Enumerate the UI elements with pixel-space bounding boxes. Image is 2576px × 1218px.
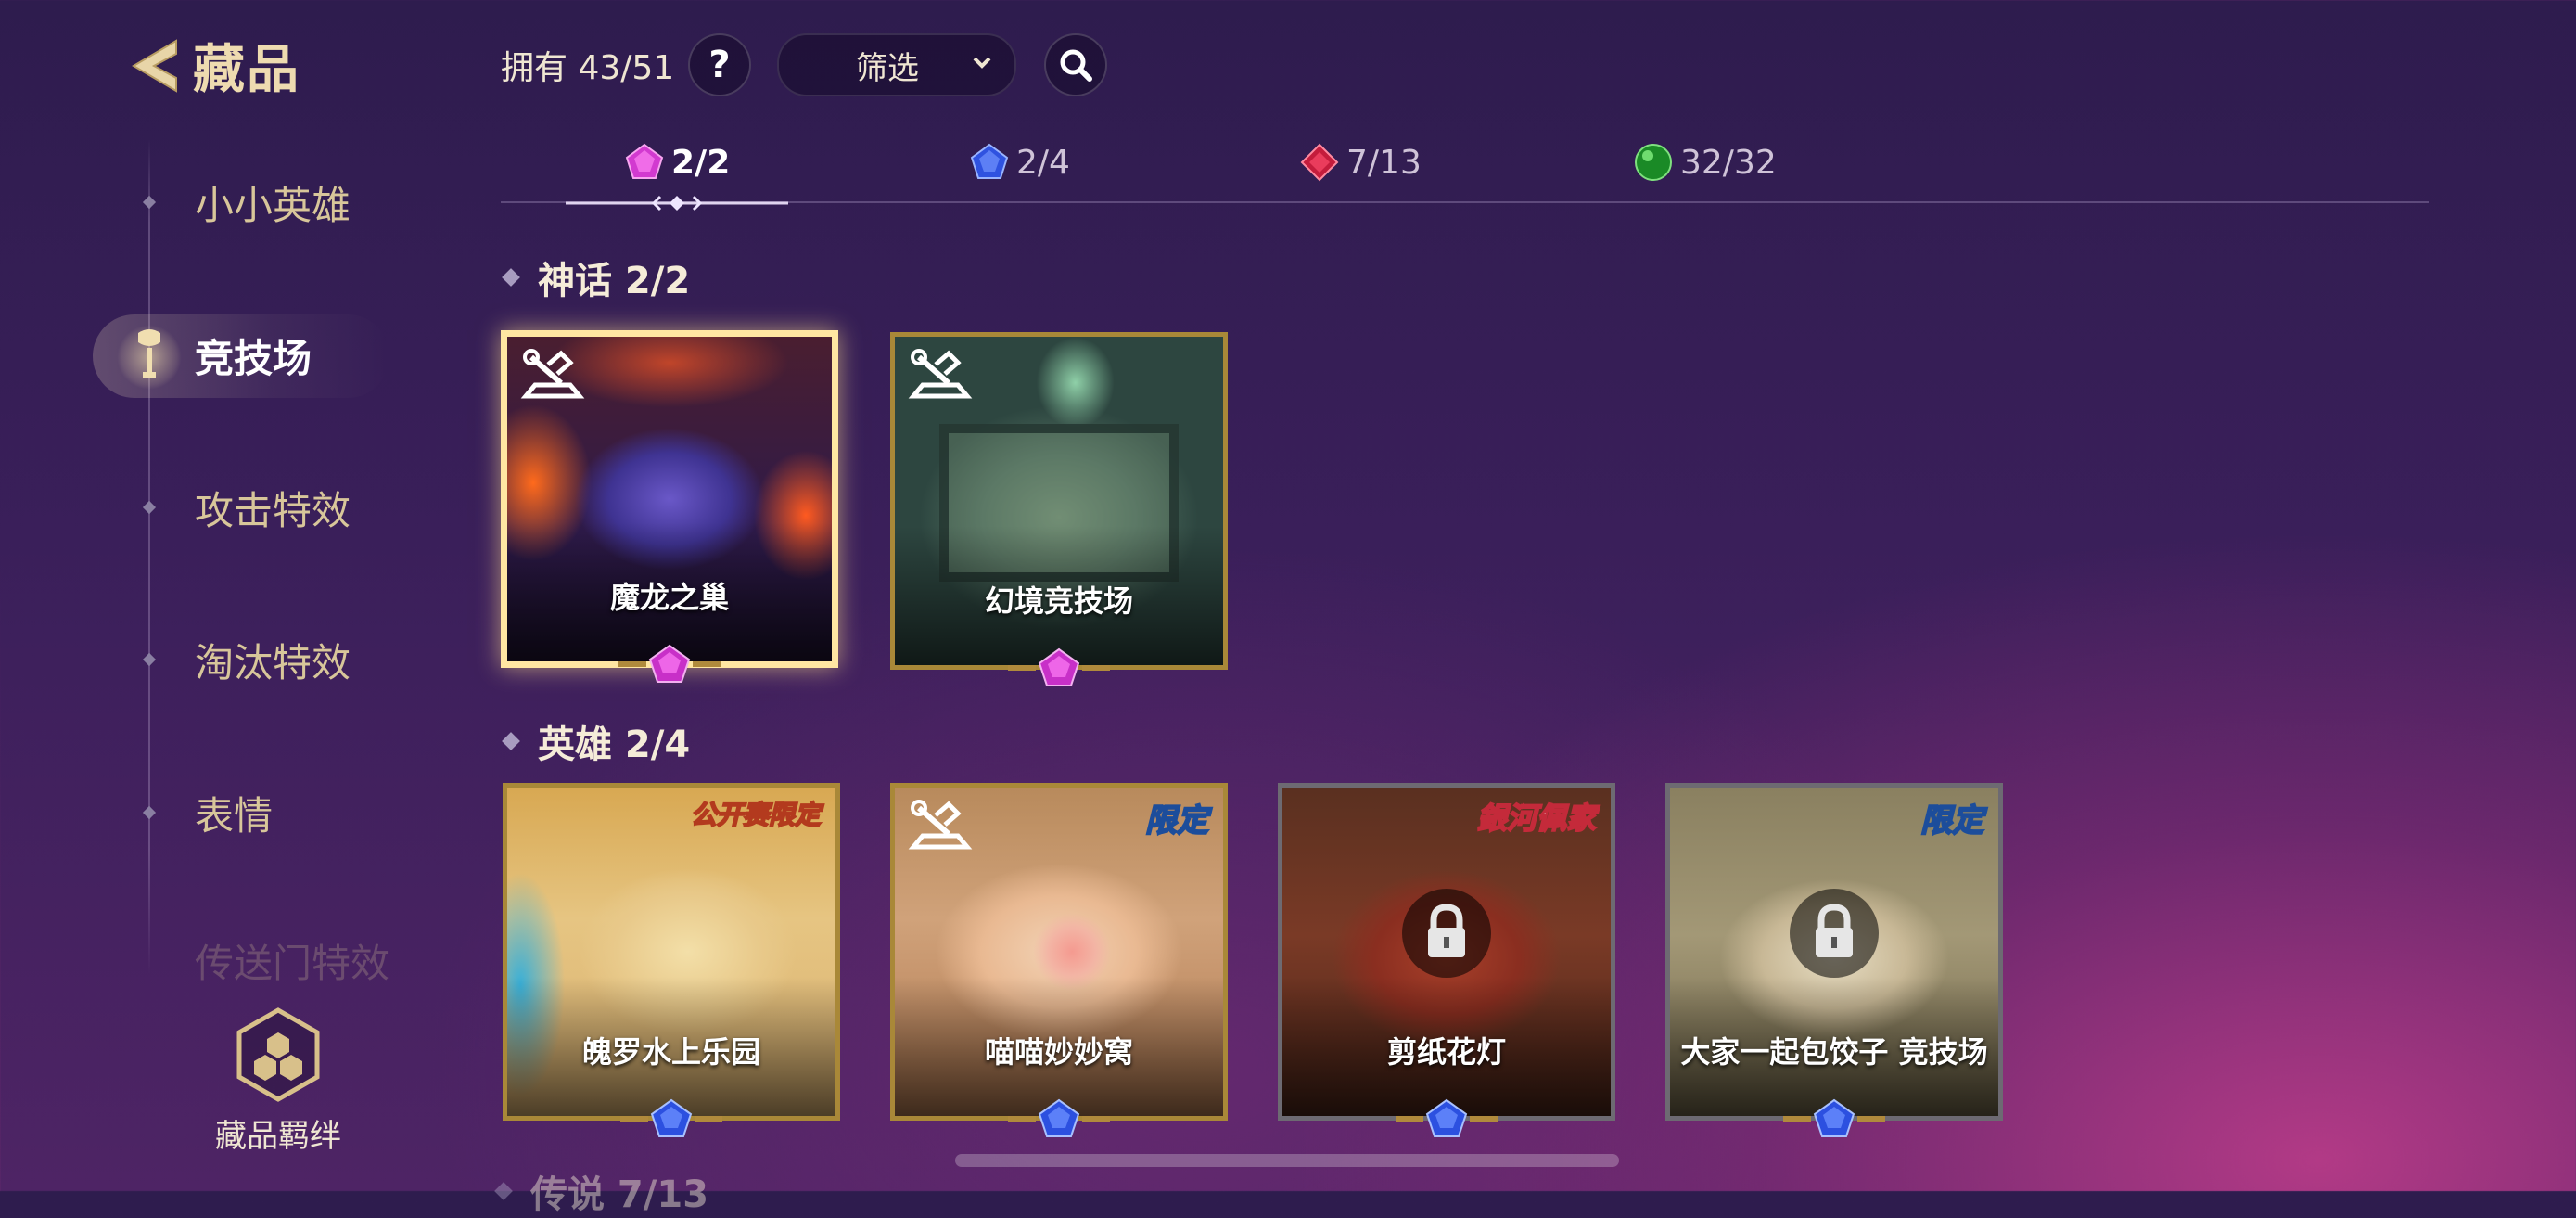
card-name: 魔龙之巢 xyxy=(609,580,729,615)
lock-icon xyxy=(1790,889,1879,978)
sidebar-item-label: 淘汰特效 xyxy=(195,639,351,686)
limited-badge: 限定 xyxy=(1144,801,1209,840)
arena-card-papercut-lantern[interactable]: 銀河佩家 剪纸花灯 xyxy=(1278,783,1615,1137)
sidebar-dot xyxy=(142,805,157,820)
hexagon-bond-icon xyxy=(236,1007,320,1102)
filter-label: 筛选 xyxy=(856,49,919,87)
arena-card-dragon-lair[interactable]: 魔龙之巢 xyxy=(501,330,838,683)
legendary-gem-icon xyxy=(1300,143,1339,182)
mythic-gem-icon xyxy=(625,143,664,179)
tab-count: 2/2 xyxy=(671,143,731,182)
tab-divider xyxy=(501,201,2429,203)
lock-icon xyxy=(1402,889,1491,978)
card-name: 幻境竞技场 xyxy=(984,583,1133,619)
epic-gem-icon xyxy=(1008,1098,1110,1137)
chevron-down-icon xyxy=(973,57,991,69)
sidebar-item-label: 攻击特效 xyxy=(195,487,351,533)
epic-gem-icon xyxy=(970,143,1009,179)
sidebar-item-elimination-effects[interactable]: 淘汰特效 xyxy=(130,627,351,692)
tools-icon xyxy=(908,800,973,850)
section-title-text: 传说 7/13 xyxy=(530,1173,709,1216)
section-title-hero: 英雄 2/4 xyxy=(502,714,691,768)
tools-icon xyxy=(908,349,973,399)
tab-count: 32/32 xyxy=(1680,143,1777,182)
arena-card-dreamland-arena[interactable]: 幻境竞技场 xyxy=(890,332,1228,686)
help-icon: ? xyxy=(708,44,731,86)
tab-count: 7/13 xyxy=(1346,143,1422,182)
search-icon xyxy=(1060,49,1092,82)
sidebar-item-arena[interactable]: 竞技场 xyxy=(130,323,312,388)
epic-gem-icon xyxy=(620,1098,722,1137)
owned-count: 拥有 43/51 xyxy=(501,49,675,87)
card-name: 剪纸花灯 xyxy=(1386,1034,1506,1070)
limited-badge: 限定 xyxy=(1919,801,1984,840)
section-title-text: 英雄 2/4 xyxy=(538,724,691,766)
epic-gem-icon xyxy=(1783,1098,1885,1137)
mythic-gem-icon xyxy=(1008,647,1110,686)
collection-bond-label: 藏品羁绊 xyxy=(215,1118,341,1155)
back-arrow-icon xyxy=(132,39,177,93)
mythic-gem-icon xyxy=(618,644,721,683)
tab-count: 2/4 xyxy=(1016,143,1070,182)
common-orb-icon xyxy=(1635,144,1672,181)
tab-mythic[interactable]: 2/2 xyxy=(625,139,730,186)
back-button[interactable] xyxy=(119,33,184,98)
tab-active-indicator xyxy=(566,195,788,212)
tools-icon xyxy=(520,349,585,399)
arena-card-poro-waterpark[interactable]: 公开赛限定 魄罗水上乐园 xyxy=(503,783,840,1137)
event-limited-badge: 公开赛限定 xyxy=(690,799,822,831)
page-title: 藏品 xyxy=(193,40,300,100)
sidebar-dot xyxy=(142,500,157,515)
section-title-text: 神话 2/2 xyxy=(538,260,691,302)
sidebar-track xyxy=(148,139,150,974)
arena-card-dumpling-arena[interactable]: 限定 大家一起包饺子 竞技场 xyxy=(1665,783,2003,1137)
arena-card-meow-nest[interactable]: 限定 喵喵妙妙窝 xyxy=(890,783,1228,1137)
sidebar-item-label: 表情 xyxy=(195,792,274,839)
collection-bond-button[interactable]: 藏品羁绊 xyxy=(199,1006,357,1155)
tab-legendary[interactable]: 7/13 xyxy=(1300,139,1422,186)
sidebar-item-label: 小小英雄 xyxy=(195,182,351,228)
horizontal-scrollbar[interactable] xyxy=(955,1154,1619,1167)
section-diamond xyxy=(502,268,520,287)
sidebar-item-label: 传送门特效 xyxy=(195,940,390,986)
section-title-mythic: 神话 2/2 xyxy=(502,250,691,304)
sidebar-item-label: 竞技场 xyxy=(195,335,312,381)
sidebar-item-emotes[interactable]: 表情 xyxy=(130,780,273,845)
sidebar-dot xyxy=(142,652,157,667)
section-diamond xyxy=(502,732,520,750)
tab-epic[interactable]: 2/4 xyxy=(970,139,1070,186)
help-button[interactable]: ? xyxy=(688,33,751,96)
card-name: 魄罗水上乐园 xyxy=(581,1034,760,1070)
arena-icon xyxy=(138,329,160,378)
section-title-legendary: 传说 7/13 xyxy=(494,1164,709,1218)
search-button[interactable] xyxy=(1044,33,1107,96)
sidebar-item-attack-effects[interactable]: 攻击特效 xyxy=(130,475,351,540)
filter-dropdown[interactable]: 筛选 xyxy=(777,33,1016,96)
card-name: 喵喵妙妙窝 xyxy=(984,1034,1133,1070)
sidebar-item-little-legends[interactable]: 小小英雄 xyxy=(130,170,351,235)
collab-badge: 銀河佩家 xyxy=(1476,800,1597,837)
card-name: 大家一起包饺子 竞技场 xyxy=(1680,1034,1988,1070)
section-diamond xyxy=(494,1182,513,1200)
tab-common[interactable]: 32/32 xyxy=(1634,139,1777,186)
sidebar-dot xyxy=(142,195,157,210)
epic-gem-icon xyxy=(1396,1098,1498,1137)
